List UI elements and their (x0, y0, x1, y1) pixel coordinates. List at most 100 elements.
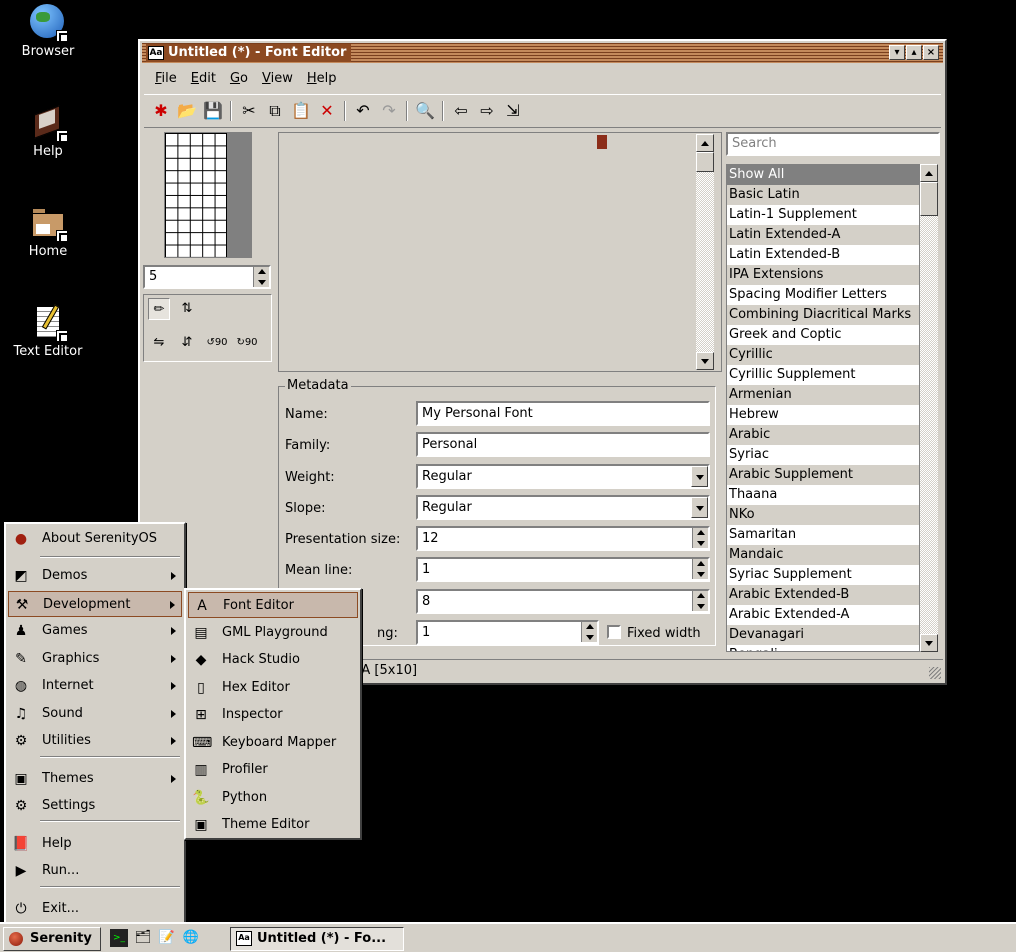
pencil-icon[interactable]: ✏ (148, 298, 170, 320)
start-menu-item[interactable]: ♟ Games (8, 618, 182, 644)
baseline-spinbox[interactable]: 8 (416, 589, 710, 614)
block-list-item[interactable]: Samaritan (727, 525, 919, 545)
spin-arrows[interactable] (692, 591, 708, 611)
block-list-item[interactable]: Thaana (727, 485, 919, 505)
development-menu-item[interactable]: ▣ Theme Editor (188, 812, 358, 838)
development-menu-item[interactable]: ◆ Hack Studio (188, 647, 358, 673)
resize-grip-icon[interactable] (929, 667, 941, 679)
scroll-thumb[interactable] (696, 152, 714, 172)
rotate-ccw-icon[interactable]: ↺90 (206, 332, 228, 354)
glyph-pixel-grid[interactable] (165, 133, 227, 257)
next-glyph-icon[interactable]: ⇨ (476, 100, 498, 122)
glyph-width-spinbox[interactable]: 5 (143, 265, 271, 289)
block-list-item[interactable]: Syriac (727, 445, 919, 465)
start-menu-item[interactable]: ◩ Demos (8, 563, 182, 589)
start-menu-item[interactable]: ⚙ Utilities (8, 728, 182, 754)
start-menu-item[interactable]: ♫ Sound (8, 701, 182, 727)
block-list-item[interactable]: Latin Extended-B (727, 245, 919, 265)
chevron-down-icon[interactable] (691, 497, 708, 518)
start-menu-item[interactable]: ● About SerenityOS (8, 526, 182, 552)
block-list-item[interactable]: Combining Diacritical Marks (727, 305, 919, 325)
start-menu-item[interactable]: ⏻ Exit... (8, 896, 182, 922)
desktop-icon-text-editor[interactable]: Text Editor (0, 304, 96, 359)
spacing-spinbox[interactable]: 1 (416, 620, 599, 645)
close-button[interactable]: × (923, 45, 939, 60)
start-menu-item[interactable]: ⚒ Development (8, 591, 182, 617)
block-list-item[interactable]: Arabic Extended-A (727, 605, 919, 625)
block-list-item[interactable]: Devanagari (727, 625, 919, 645)
block-search-input[interactable]: Search (726, 132, 940, 156)
unicode-block-list[interactable]: Show All Basic Latin Latin-1 Supplement Lat… (726, 164, 920, 652)
block-list-item[interactable]: Spacing Modifier Letters (727, 285, 919, 305)
block-list-item[interactable]: Cyrillic (727, 345, 919, 365)
title-bar[interactable]: Aa Untitled (*) - Font Editor ▾ ▴ × (142, 43, 943, 63)
scroll-down-button[interactable] (920, 634, 938, 652)
name-field[interactable]: My Personal Font (416, 401, 710, 426)
block-list-item[interactable]: Basic Latin (727, 185, 919, 205)
block-list-item[interactable]: Arabic Extended-B (727, 585, 919, 605)
scroll-thumb[interactable] (920, 182, 938, 216)
block-list-item[interactable]: Latin-1 Supplement (727, 205, 919, 225)
start-menu-item[interactable]: 📕 Help (8, 831, 182, 857)
start-button[interactable]: Serenity (3, 927, 101, 951)
maximize-button[interactable]: ▴ (906, 45, 922, 60)
development-menu-item[interactable]: ▥ Profiler (188, 757, 358, 783)
slope-combobox[interactable]: Regular (416, 495, 710, 520)
start-menu-item[interactable]: ◍ Internet (8, 673, 182, 699)
redo-icon[interactable]: ↷ (378, 100, 400, 122)
glyph-map[interactable] (278, 132, 722, 372)
spin-arrows[interactable] (253, 267, 269, 287)
block-list-item[interactable]: IPA Extensions (727, 265, 919, 285)
menu-help[interactable]: Help (300, 69, 344, 88)
move-tool-icon[interactable]: ⇅ (176, 298, 198, 320)
spin-arrows[interactable] (692, 528, 708, 548)
block-list-item[interactable]: Show All (727, 165, 919, 185)
undo-icon[interactable]: ↶ (352, 100, 374, 122)
open-folder-icon[interactable]: 📂 (176, 100, 198, 122)
copy-icon[interactable]: ⧉ (264, 100, 286, 122)
desktop-icon-home[interactable]: Home (0, 204, 96, 259)
block-list-item[interactable]: Bengali (727, 645, 919, 651)
browser-icon[interactable]: 🌐 (182, 929, 200, 947)
family-field[interactable]: Personal (416, 432, 710, 457)
fixed-width-checkbox[interactable] (607, 625, 621, 639)
mean-line-spinbox[interactable]: 1 (416, 557, 710, 582)
spin-arrows[interactable] (692, 559, 708, 579)
block-list-item[interactable]: Arabic (727, 425, 919, 445)
scroll-up-button[interactable] (696, 134, 714, 152)
start-menu-item[interactable]: ▶ Run... (8, 858, 182, 884)
block-list-item[interactable]: NKo (727, 505, 919, 525)
menu-file[interactable]: File (148, 69, 184, 88)
chevron-down-icon[interactable] (691, 466, 708, 487)
minimize-button[interactable]: ▾ (889, 45, 905, 60)
block-list-item[interactable]: Hebrew (727, 405, 919, 425)
paste-icon[interactable]: 📋 (290, 100, 312, 122)
development-menu-item[interactable]: A Font Editor (188, 592, 358, 618)
rotate-cw-icon[interactable]: ↻90 (236, 332, 258, 354)
glyph-map-scrollbar[interactable] (696, 134, 714, 370)
selected-glyph[interactable] (597, 135, 607, 149)
block-list-item[interactable]: Mandaic (727, 545, 919, 565)
block-list-item[interactable]: Greek and Coptic (727, 325, 919, 345)
search-icon[interactable]: 🔍 (414, 100, 436, 122)
cut-icon[interactable]: ✂ (238, 100, 260, 122)
file-manager-icon[interactable]: 🗂 (134, 929, 152, 947)
flip-vertical-icon[interactable]: ⇵ (176, 332, 198, 354)
taskbar-window-font-editor[interactable]: Aa Untitled (*) - Fo... (230, 927, 404, 951)
weight-combobox[interactable]: Regular (416, 464, 710, 489)
start-menu-item[interactable]: ⚙ Settings (8, 793, 182, 819)
delete-icon[interactable]: ✕ (316, 100, 338, 122)
scroll-down-button[interactable] (696, 352, 714, 370)
start-menu-item[interactable]: ▣ Themes (8, 766, 182, 792)
block-list-scrollbar[interactable] (920, 164, 938, 652)
new-file-icon[interactable]: ✱ (150, 100, 172, 122)
block-list-item[interactable]: Latin Extended-A (727, 225, 919, 245)
text-editor-icon[interactable]: 📝 (158, 929, 176, 947)
block-list-item[interactable]: Cyrillic Supplement (727, 365, 919, 385)
development-menu-item[interactable]: ▯ Hex Editor (188, 675, 358, 701)
previous-glyph-icon[interactable]: ⇦ (450, 100, 472, 122)
flip-horizontal-icon[interactable]: ⇋ (148, 332, 170, 354)
block-list-item[interactable]: Arabic Supplement (727, 465, 919, 485)
menu-go[interactable]: Go (223, 69, 255, 88)
development-menu-item[interactable]: ▤ GML Playground (188, 620, 358, 646)
